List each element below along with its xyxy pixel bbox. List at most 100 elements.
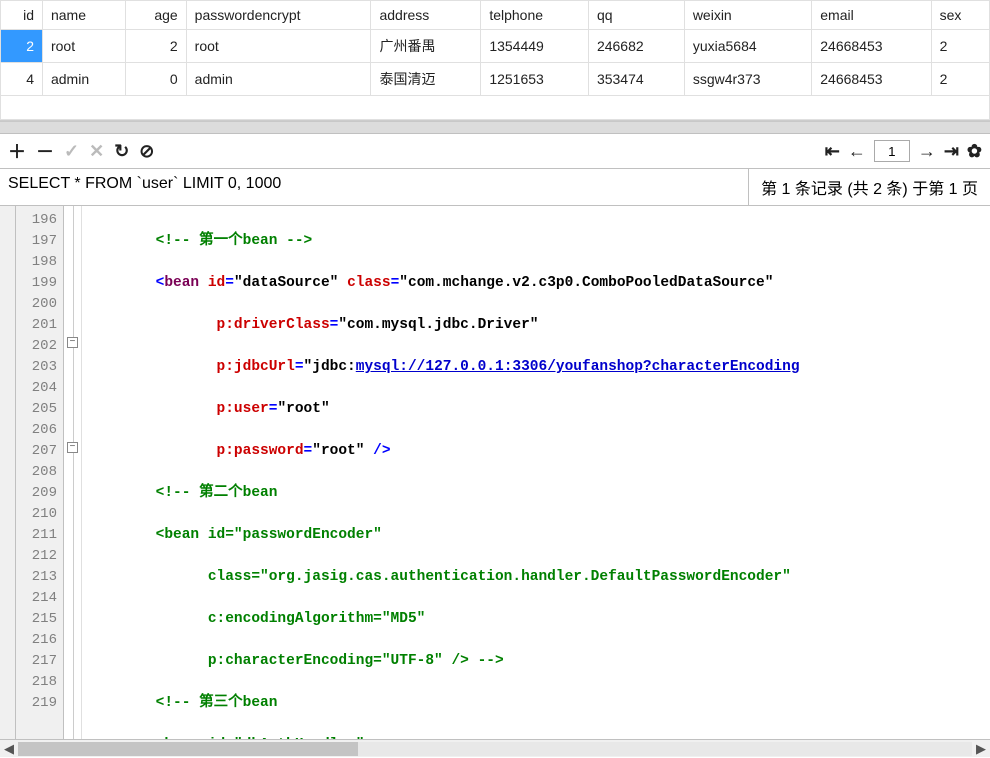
line-num: 212 bbox=[16, 546, 57, 567]
line-num: 219 bbox=[16, 693, 57, 714]
remove-row-icon[interactable]: － bbox=[36, 138, 54, 164]
code-line[interactable]: <!-- 第二个bean bbox=[86, 483, 990, 504]
toolbar-left: ＋ － ✓ ✕ ↻ ⊘ bbox=[8, 138, 154, 164]
line-num: 213 bbox=[16, 567, 57, 588]
code-line[interactable]: c:encodingAlgorithm="MD5" bbox=[86, 609, 990, 630]
cell-email[interactable]: 24668453 bbox=[812, 30, 931, 63]
line-num: 211 bbox=[16, 525, 57, 546]
last-page-icon[interactable]: ⇥ bbox=[944, 141, 959, 162]
cell-qq[interactable]: 353474 bbox=[588, 63, 684, 96]
cell-name[interactable]: root bbox=[42, 30, 125, 63]
line-num: 210 bbox=[16, 504, 57, 525]
line-num: 204 bbox=[16, 378, 57, 399]
sql-query-text: SELECT * FROM `user` LIMIT 0, 1000 bbox=[0, 169, 748, 205]
scroll-left-icon[interactable]: ◀ bbox=[0, 740, 18, 758]
cell-weixin[interactable]: yuxia5684 bbox=[684, 30, 811, 63]
code-line[interactable]: <bean id="passwordEncoder" bbox=[86, 525, 990, 546]
line-num: 200 bbox=[16, 294, 57, 315]
code-line[interactable]: p:user="root" bbox=[86, 399, 990, 420]
cell-qq[interactable]: 246682 bbox=[588, 30, 684, 63]
code-line[interactable]: <!-- 第三个bean bbox=[86, 693, 990, 714]
code-line[interactable]: class="org.jasig.cas.authentication.hand… bbox=[86, 567, 990, 588]
line-num: 218 bbox=[16, 672, 57, 693]
code-line[interactable]: <!-- 第一个bean --> bbox=[86, 231, 990, 252]
cell-address[interactable]: 泰国清迈 bbox=[371, 63, 481, 96]
cell-pw[interactable]: admin bbox=[186, 63, 371, 96]
col-age[interactable]: age bbox=[125, 1, 186, 30]
first-page-icon[interactable]: ⇤ bbox=[825, 141, 840, 162]
editor-left-stub bbox=[0, 206, 16, 739]
cell-id[interactable]: 4 bbox=[1, 63, 43, 96]
col-email[interactable]: email bbox=[812, 1, 931, 30]
cancel-icon[interactable]: ✕ bbox=[89, 141, 104, 162]
col-qq[interactable]: qq bbox=[588, 1, 684, 30]
cell-age[interactable]: 2 bbox=[125, 30, 186, 63]
add-row-icon[interactable]: ＋ bbox=[8, 138, 26, 164]
code-line[interactable]: p:password="root" /> bbox=[86, 441, 990, 462]
fold-toggle-icon[interactable]: − bbox=[67, 442, 78, 453]
col-passwordencrypt[interactable]: passwordencrypt bbox=[186, 1, 371, 30]
line-num: 209 bbox=[16, 483, 57, 504]
cell-sex[interactable]: 2 bbox=[931, 63, 989, 96]
sql-bar: SELECT * FROM `user` LIMIT 0, 1000 第 1 条… bbox=[0, 169, 990, 206]
settings-icon[interactable]: ✿ bbox=[967, 141, 982, 162]
line-num: 208 bbox=[16, 462, 57, 483]
col-telphone[interactable]: telphone bbox=[481, 1, 589, 30]
line-num: 202 bbox=[16, 336, 57, 357]
code-line[interactable]: p:jdbcUrl="jdbc:mysql://127.0.0.1:3306/y… bbox=[86, 357, 990, 378]
table-empty-row bbox=[1, 96, 990, 120]
line-num: 216 bbox=[16, 630, 57, 651]
col-weixin[interactable]: weixin bbox=[684, 1, 811, 30]
cell-name[interactable]: admin bbox=[42, 63, 125, 96]
col-sex[interactable]: sex bbox=[931, 1, 989, 30]
cell-id[interactable]: 2 bbox=[1, 30, 43, 63]
line-num: 197 bbox=[16, 231, 57, 252]
line-num: 203 bbox=[16, 357, 57, 378]
toolbar-right: ⇤ ← → ⇥ ✿ bbox=[825, 140, 982, 162]
data-table: id name age passwordencrypt address telp… bbox=[0, 0, 990, 120]
line-num: 217 bbox=[16, 651, 57, 672]
table-row[interactable]: 2 root 2 root 广州番禺 1354449 246682 yuxia5… bbox=[1, 30, 990, 63]
next-page-icon[interactable]: → bbox=[918, 141, 936, 162]
line-num: 199 bbox=[16, 273, 57, 294]
line-num: 214 bbox=[16, 588, 57, 609]
line-num: 207 bbox=[16, 441, 57, 462]
drag-strip[interactable] bbox=[0, 122, 990, 134]
refresh-icon[interactable]: ↻ bbox=[114, 141, 129, 162]
horizontal-scrollbar[interactable]: ◀ ▶ bbox=[0, 739, 990, 757]
cell-tel[interactable]: 1354449 bbox=[481, 30, 589, 63]
cell-weixin[interactable]: ssgw4r373 bbox=[684, 63, 811, 96]
commit-icon[interactable]: ✓ bbox=[64, 141, 79, 162]
code-body[interactable]: <!-- 第一个bean --> <bean id="dataSource" c… bbox=[82, 206, 990, 739]
fold-toggle-icon[interactable]: − bbox=[67, 337, 78, 348]
code-line[interactable]: <bean id="dataSource" class="com.mchange… bbox=[86, 273, 990, 294]
table-row[interactable]: 4 admin 0 admin 泰国清迈 1251653 353474 ssgw… bbox=[1, 63, 990, 96]
cell-pw[interactable]: root bbox=[186, 30, 371, 63]
scroll-right-icon[interactable]: ▶ bbox=[972, 740, 990, 758]
code-line[interactable]: <bean id="dbAuthHandler" bbox=[86, 735, 990, 739]
prev-page-icon[interactable]: ← bbox=[848, 141, 866, 162]
cell-age[interactable]: 0 bbox=[125, 63, 186, 96]
code-line[interactable]: p:characterEncoding="UTF-8" /> --> bbox=[86, 651, 990, 672]
table-header-row: id name age passwordencrypt address telp… bbox=[1, 1, 990, 30]
code-line[interactable]: p:driverClass="com.mysql.jdbc.Driver" bbox=[86, 315, 990, 336]
line-num: 205 bbox=[16, 399, 57, 420]
cell-email[interactable]: 24668453 bbox=[812, 63, 931, 96]
line-num: 201 bbox=[16, 315, 57, 336]
scroll-thumb[interactable] bbox=[18, 742, 358, 756]
col-address[interactable]: address bbox=[371, 1, 481, 30]
cell-sex[interactable]: 2 bbox=[931, 30, 989, 63]
line-num: 196 bbox=[16, 210, 57, 231]
sql-status-text: 第 1 条记录 (共 2 条) 于第 1 页 bbox=[748, 169, 990, 205]
scroll-track[interactable] bbox=[18, 742, 972, 756]
page-input[interactable] bbox=[874, 140, 910, 162]
code-editor: 196 197 198 199 200 201 202 203 204 205 … bbox=[0, 206, 990, 739]
toolbar-row: ＋ － ✓ ✕ ↻ ⊘ ⇤ ← → ⇥ ✿ bbox=[0, 134, 990, 169]
fold-column: − − bbox=[64, 206, 82, 739]
line-gutter: 196 197 198 199 200 201 202 203 204 205 … bbox=[16, 206, 64, 739]
cell-address[interactable]: 广州番禺 bbox=[371, 30, 481, 63]
stop-icon[interactable]: ⊘ bbox=[139, 141, 154, 162]
cell-tel[interactable]: 1251653 bbox=[481, 63, 589, 96]
col-name[interactable]: name bbox=[42, 1, 125, 30]
col-id[interactable]: id bbox=[1, 1, 43, 30]
